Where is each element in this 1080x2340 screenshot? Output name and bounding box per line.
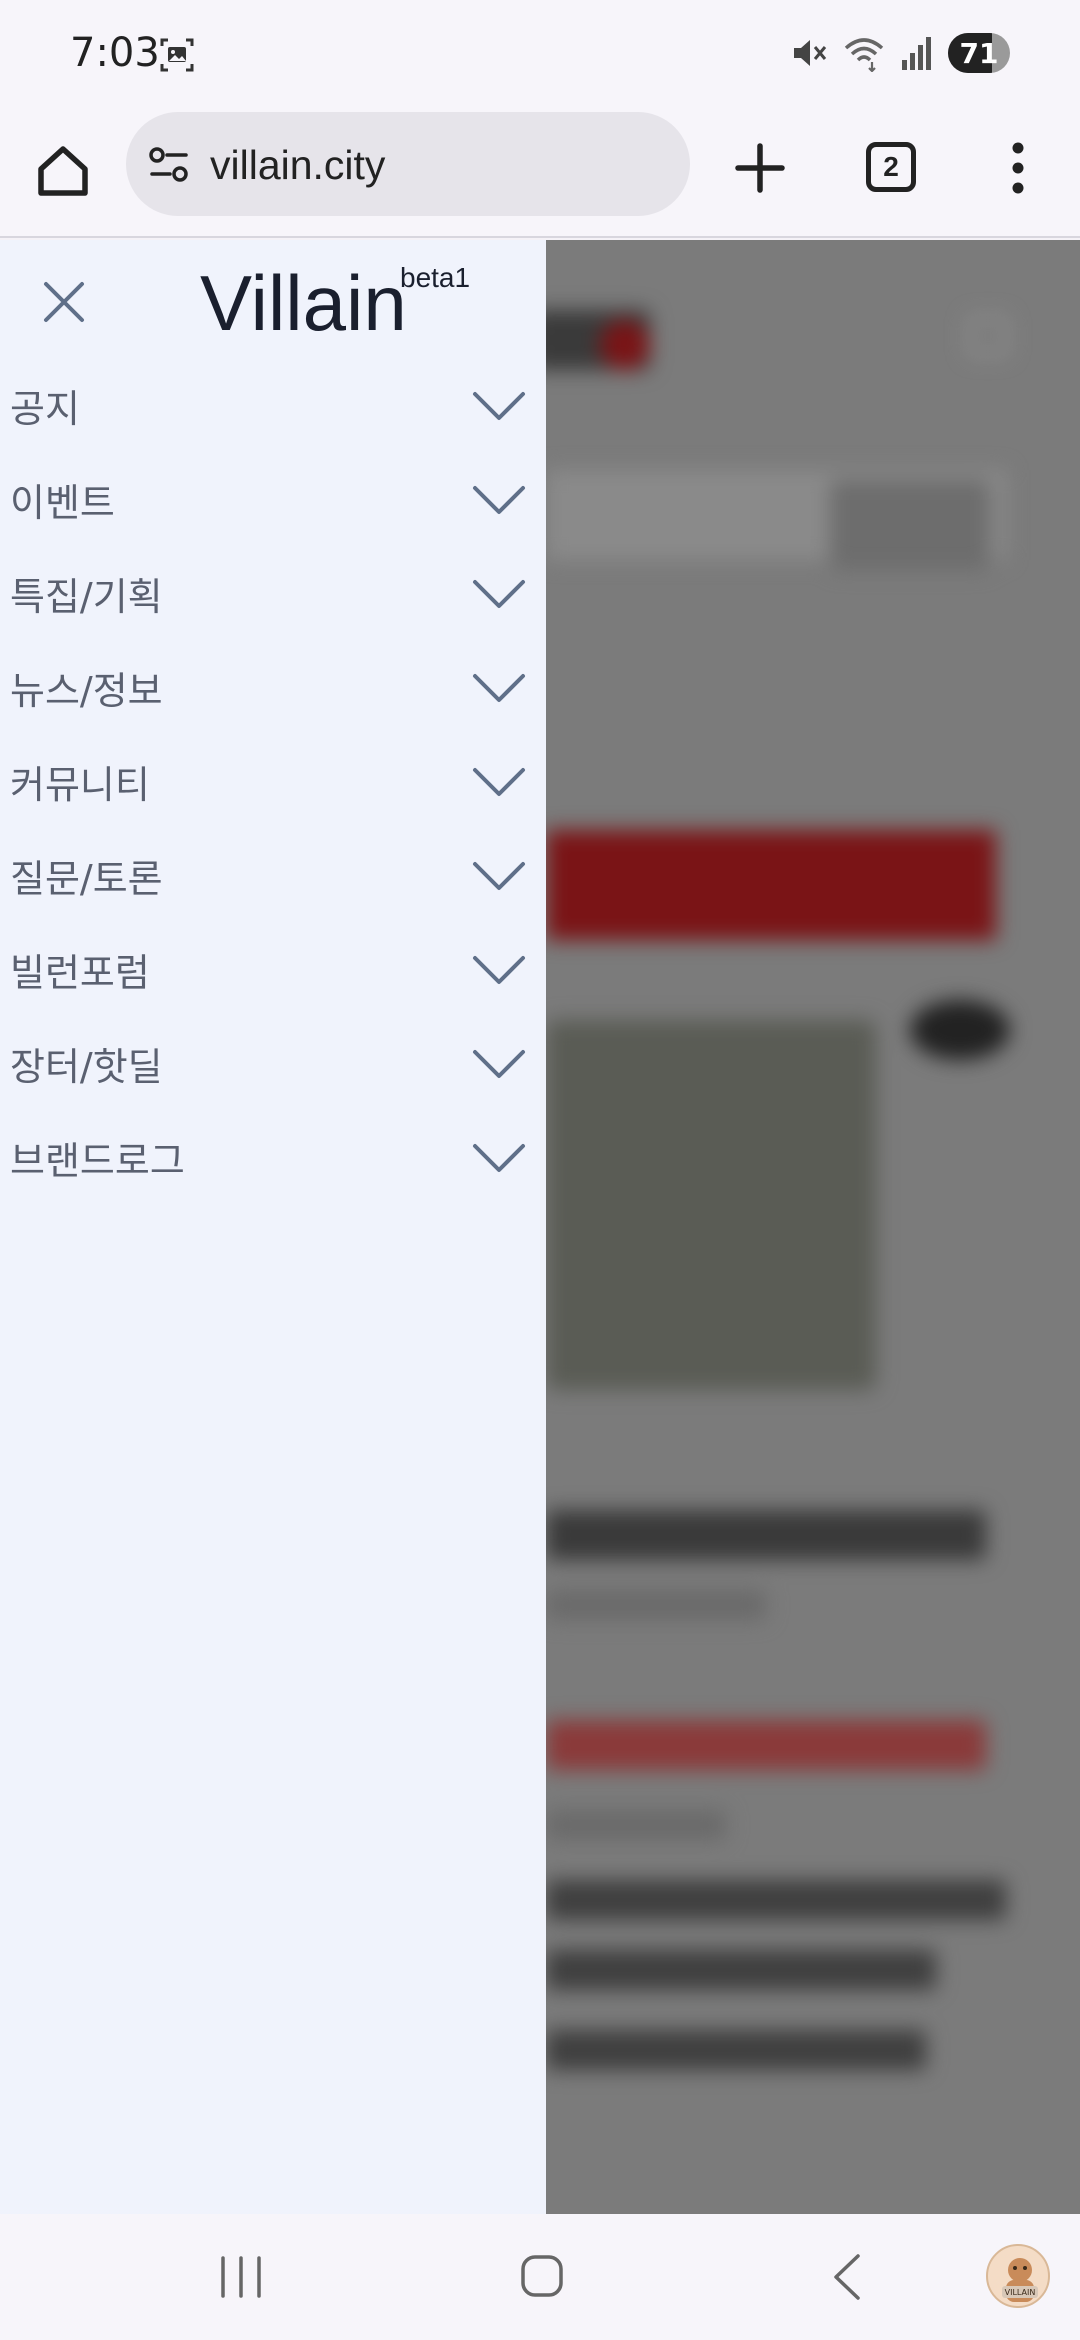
url-bar[interactable]: villain.city: [126, 112, 690, 216]
status-bar: 7:03 71: [0, 0, 1080, 108]
home-button[interactable]: [30, 138, 96, 204]
chevron-down-icon[interactable]: [472, 390, 526, 422]
menu-item-event[interactable]: 이벤트: [0, 452, 546, 546]
menu-item-label: 빌런포럼: [10, 951, 150, 995]
home-icon: [38, 146, 88, 196]
close-icon[interactable]: [42, 280, 86, 324]
menu-item-label: 뉴스/정보: [10, 669, 163, 713]
brand-logo[interactable]: Villain: [200, 258, 407, 349]
menu-item-label: 브랜드로그: [10, 1139, 185, 1183]
chevron-down-icon[interactable]: [472, 1142, 526, 1174]
site-info-icon[interactable]: [148, 144, 190, 186]
menu-item-label: 특집/기획: [10, 575, 163, 619]
tab-count: 2: [883, 151, 899, 182]
menu-item-label: 장터/핫딜: [10, 1045, 163, 1089]
wifi-icon: [844, 38, 884, 72]
chevron-down-icon[interactable]: [472, 578, 526, 610]
battery-level: 71: [959, 36, 999, 70]
brand-version: beta1: [400, 262, 471, 293]
menu-item-community[interactable]: 커뮤니티: [0, 734, 546, 828]
browser-toolbar: villain.city 2: [0, 108, 1080, 238]
menu-item-label: 공지: [10, 387, 80, 431]
more-vert-icon[interactable]: [1000, 138, 1036, 198]
chevron-down-icon[interactable]: [472, 766, 526, 798]
menu-item-news[interactable]: 뉴스/정보: [0, 640, 546, 734]
recent-apps-icon[interactable]: [218, 2254, 264, 2300]
chevron-down-icon[interactable]: [472, 954, 526, 986]
chevron-down-icon[interactable]: [472, 484, 526, 516]
menu-item-market[interactable]: 장터/핫딜: [0, 1016, 546, 1110]
chevron-down-icon[interactable]: [472, 860, 526, 892]
status-icons: 71: [790, 30, 1010, 76]
menu-item-label: 커뮤니티: [10, 763, 150, 807]
navigation-drawer: Villain beta1 공지 이벤트 특집/기획 뉴스/정보 커뮤니티 질문…: [0, 240, 546, 2214]
new-tab-button[interactable]: [728, 136, 792, 200]
screenshot-icon: [160, 38, 194, 72]
back-icon[interactable]: [826, 2252, 866, 2302]
avatar[interactable]: VILLAIN: [986, 2244, 1050, 2308]
avatar-label: VILLAIN: [1005, 2288, 1036, 2297]
url-text[interactable]: villain.city: [210, 142, 385, 189]
status-time: 7:03: [70, 30, 160, 76]
menu-item-notice[interactable]: 공지: [0, 358, 546, 452]
menu-item-qna[interactable]: 질문/토론: [0, 828, 546, 922]
system-nav-bar: VILLAIN: [0, 2214, 1080, 2340]
menu-item-feature[interactable]: 특집/기획: [0, 546, 546, 640]
battery-icon: 71: [948, 33, 1010, 73]
mute-icon: [794, 40, 827, 66]
menu-item-villain-forum[interactable]: 빌런포럼: [0, 922, 546, 1016]
avatar-image: VILLAIN: [1002, 2258, 1038, 2302]
tabs-button[interactable]: 2: [866, 142, 916, 192]
chevron-down-icon[interactable]: [472, 1048, 526, 1080]
menu-item-label: 질문/토론: [10, 857, 163, 901]
home-nav-icon[interactable]: [518, 2252, 566, 2300]
signal-icon: [902, 37, 931, 70]
menu-item-brand-log[interactable]: 브랜드로그: [0, 1110, 546, 1204]
chevron-down-icon[interactable]: [472, 672, 526, 704]
menu-item-label: 이벤트: [10, 481, 115, 525]
